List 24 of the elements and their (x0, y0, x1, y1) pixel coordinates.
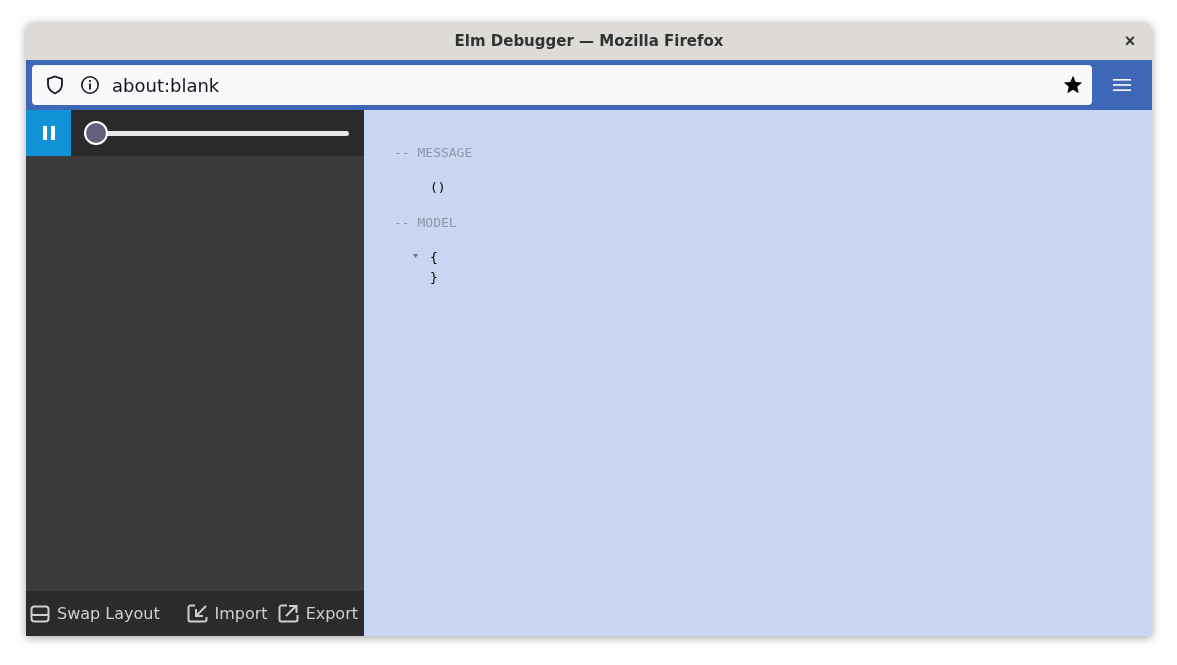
import-button[interactable]: Import (186, 601, 268, 626)
export-icon (277, 604, 299, 623)
url-text: about:blank (112, 73, 221, 98)
message-value: () (430, 179, 447, 196)
record-close-brace: } (430, 269, 438, 287)
shield-icon[interactable] (46, 75, 64, 95)
slider-thumb[interactable] (84, 121, 108, 145)
section-heading: -- MESSAGE (394, 144, 474, 161)
close-button[interactable]: × (1120, 31, 1140, 51)
address-bar[interactable]: about:blank (32, 65, 1092, 105)
pause-icon (41, 126, 56, 140)
pause-button[interactable] (26, 110, 71, 156)
swap-layout-button[interactable]: Swap Layout (30, 601, 160, 626)
import-icon (186, 604, 208, 623)
menu-icon[interactable] (1113, 77, 1131, 93)
expand-triangle-icon[interactable] (413, 254, 418, 259)
layout-icon (30, 604, 50, 623)
star-icon[interactable] (1062, 74, 1084, 96)
section-heading: -- MODEL (394, 214, 458, 231)
window-title: Elm Debugger — Mozilla Firefox (454, 30, 724, 52)
record-open-brace: { (430, 249, 438, 267)
info-icon[interactable] (80, 75, 100, 95)
timeline-slider[interactable] (84, 121, 349, 145)
export-button[interactable]: Export (277, 601, 358, 626)
